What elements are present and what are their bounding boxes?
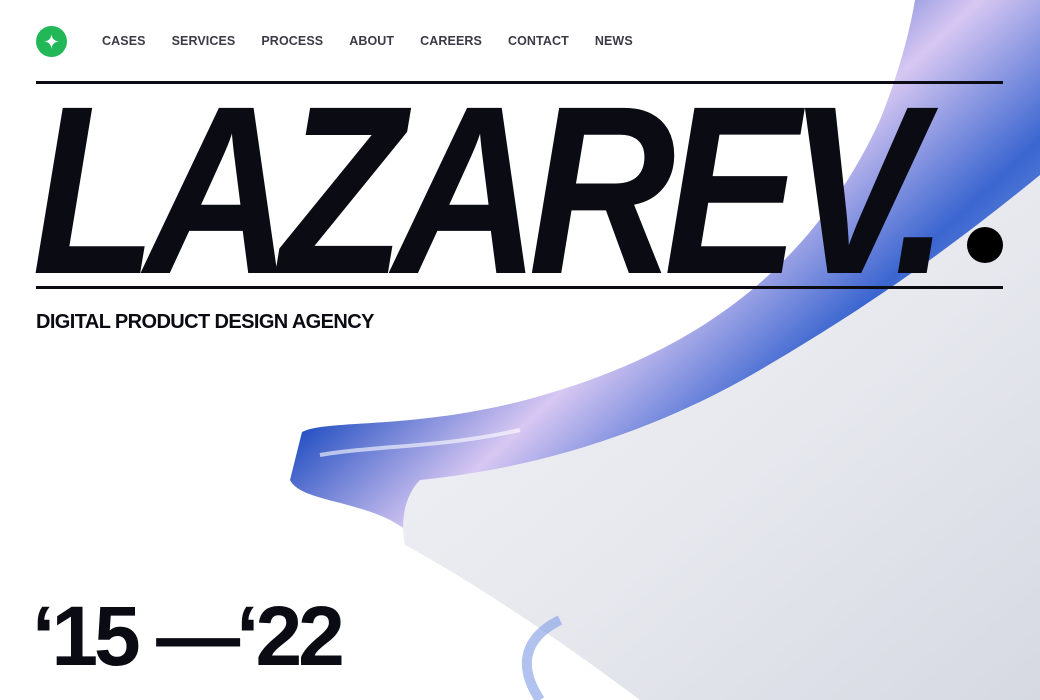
wordmark-dot: [967, 227, 1003, 263]
nav-item-cases[interactable]: CASES: [102, 34, 146, 48]
brand-wordmark: LAZAREV.: [32, 56, 950, 324]
bottom-divider: [36, 286, 1003, 289]
nav-item-process[interactable]: PROCESS: [261, 34, 323, 48]
logo[interactable]: [36, 26, 67, 57]
nav-item-careers[interactable]: CAREERS: [420, 34, 482, 48]
nav-item-contact[interactable]: CONTACT: [508, 34, 569, 48]
nav-item-news[interactable]: NEWS: [595, 34, 633, 48]
brand-tagline: DIGITAL PRODUCT DESIGN AGENCY: [36, 311, 374, 333]
years-range: ‘15 —‘22: [32, 589, 345, 683]
nav-item-about[interactable]: ABOUT: [349, 34, 394, 48]
main-nav: CASES SERVICES PROCESS ABOUT CAREERS CON…: [102, 34, 659, 48]
sparkle-icon: [44, 34, 59, 49]
nav-item-services[interactable]: SERVICES: [172, 34, 236, 48]
